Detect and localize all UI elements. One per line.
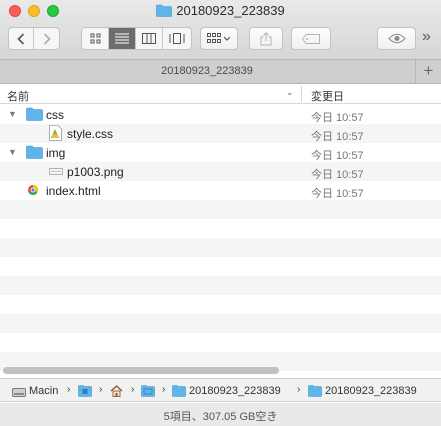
chevron-right-icon xyxy=(43,32,51,45)
tag-button[interactable] xyxy=(291,27,331,50)
list-item[interactable]: index.html 今日 10:57 xyxy=(0,181,441,200)
view-mode-control xyxy=(81,27,192,50)
window-title-wrap: 20180923_223839 xyxy=(0,2,441,20)
file-date: 今日 10:57 xyxy=(311,188,364,200)
folder-icon xyxy=(26,145,43,159)
png-file-icon xyxy=(49,168,63,175)
file-date: 今日 10:57 xyxy=(311,131,364,143)
home-icon xyxy=(110,385,123,397)
tag-icon xyxy=(302,33,320,44)
list-view-icon xyxy=(115,33,129,44)
html-file-icon xyxy=(28,185,38,195)
disclosure-triangle-icon[interactable]: ▼ xyxy=(8,147,17,157)
add-tab-button[interactable]: + xyxy=(415,60,441,83)
column-view-button[interactable] xyxy=(136,28,163,49)
file-date: 今日 10:57 xyxy=(311,112,364,124)
path-item-label: 20180923_223839 xyxy=(189,385,281,397)
list-item[interactable]: style.css 今日 10:57 xyxy=(0,124,441,143)
window-title: 20180923_223839 xyxy=(176,3,285,18)
css-file-icon xyxy=(49,125,62,141)
column-date-header[interactable]: 変更日 xyxy=(311,88,344,104)
path-item-user[interactable] xyxy=(78,384,92,398)
gallery-view-icon xyxy=(169,33,184,44)
path-item-drive[interactable]: Macin xyxy=(12,384,58,398)
file-name: p1003.png xyxy=(67,165,124,179)
list-item[interactable]: ▼ css 今日 10:57 xyxy=(0,105,441,124)
path-item-label: 20180923_223839 xyxy=(325,385,417,397)
sort-chevron-icon: ⌄ xyxy=(286,87,294,97)
file-date: 今日 10:57 xyxy=(311,169,364,181)
status-bar: 5項目、307.05 GB空き xyxy=(0,403,441,426)
empty-row xyxy=(0,276,441,295)
file-name: img xyxy=(46,146,66,160)
column-view-icon xyxy=(142,33,156,44)
path-item-folder[interactable]: 20180923_223839 xyxy=(172,384,281,398)
path-separator: › xyxy=(162,384,166,395)
tab-current[interactable]: 20180923_223839 xyxy=(0,60,414,83)
path-item-home[interactable] xyxy=(110,384,123,398)
window-titlebar: 20180923_223839 » xyxy=(0,0,441,60)
path-bar: Macin › › › › 20180923_223839 › 20180923… xyxy=(0,378,441,402)
share-icon xyxy=(260,31,272,45)
file-name: css xyxy=(46,108,64,122)
path-separator: › xyxy=(297,384,301,395)
column-divider[interactable] xyxy=(301,86,302,102)
eye-icon xyxy=(387,33,406,44)
list-view-button[interactable] xyxy=(109,28,136,49)
chevron-left-icon xyxy=(17,32,25,45)
folder-icon xyxy=(141,385,155,397)
column-header: 名前 ⌄ 変更日 xyxy=(0,84,441,104)
empty-row xyxy=(0,200,441,219)
path-item-folder[interactable]: 20180923_223839 xyxy=(308,384,417,398)
empty-row xyxy=(0,314,441,333)
list-item[interactable]: ▼ img 今日 10:57 xyxy=(0,143,441,162)
share-button[interactable] xyxy=(249,27,283,50)
horizontal-scrollbar[interactable] xyxy=(0,366,441,377)
folder-icon xyxy=(308,385,322,397)
icon-view-icon xyxy=(90,33,100,44)
path-item-label: Macin xyxy=(29,385,59,397)
path-item-folder[interactable] xyxy=(141,384,155,398)
file-date: 今日 10:57 xyxy=(311,150,364,162)
tab-bar: 20180923_223839 + xyxy=(0,60,441,84)
back-button[interactable] xyxy=(9,28,34,49)
path-separator: › xyxy=(67,384,71,395)
arrange-button[interactable] xyxy=(200,27,238,50)
toolbar-overflow-button[interactable]: » xyxy=(422,29,431,45)
disclosure-triangle-icon[interactable]: ▼ xyxy=(8,109,17,119)
file-name: index.html xyxy=(46,184,101,198)
folder-icon xyxy=(156,4,173,17)
nav-buttons xyxy=(8,27,60,50)
forward-button[interactable] xyxy=(34,28,59,49)
column-name-header[interactable]: 名前 xyxy=(7,88,29,104)
quicklook-button[interactable] xyxy=(377,27,416,50)
path-separator: › xyxy=(131,384,135,395)
status-text: 5項目、307.05 GB空き xyxy=(163,411,278,423)
scrollbar-thumb[interactable] xyxy=(3,367,279,374)
folder-icon xyxy=(26,107,43,121)
list-item[interactable]: p1003.png 今日 10:57 xyxy=(0,162,441,181)
user-folder-icon xyxy=(78,385,92,397)
gallery-view-button[interactable] xyxy=(163,28,190,49)
empty-row xyxy=(0,238,441,257)
file-list: ▼ css 今日 10:57 style.css 今日 10:57 ▼ img … xyxy=(0,105,441,371)
hard-drive-icon xyxy=(12,387,26,397)
path-separator: › xyxy=(99,384,103,395)
folder-icon xyxy=(172,385,186,397)
grid-arrange-icon xyxy=(207,33,231,43)
file-name: style.css xyxy=(67,127,114,141)
icon-view-button[interactable] xyxy=(82,28,109,49)
